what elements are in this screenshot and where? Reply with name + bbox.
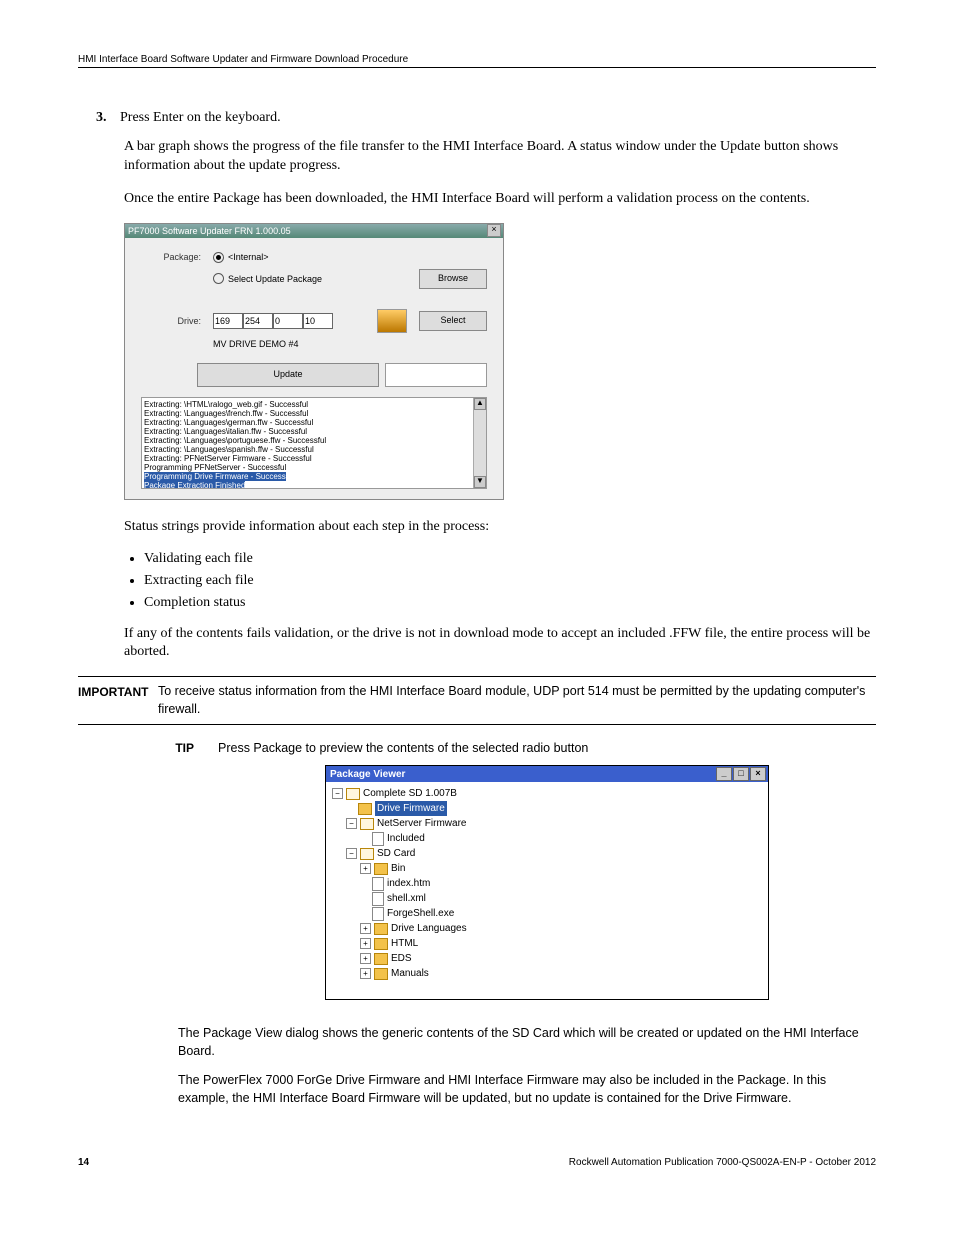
folder-icon: [374, 968, 388, 980]
ip-octet-1[interactable]: [213, 313, 243, 329]
folder-icon: [346, 788, 360, 800]
folder-icon: [374, 938, 388, 950]
tree-node[interactable]: Included: [387, 831, 425, 846]
expand-icon[interactable]: +: [360, 863, 371, 874]
radio-internal[interactable]: [213, 252, 224, 263]
file-icon: [372, 907, 384, 921]
tree-node[interactable]: Complete SD 1.007B: [363, 786, 457, 801]
drive-label: Drive:: [141, 316, 201, 326]
package-viewer-window: Package Viewer _ □ × − Complete SD 1.007B…: [325, 765, 769, 1000]
tree-node[interactable]: ForgeShell.exe: [387, 906, 454, 921]
package-label: Package:: [141, 252, 201, 262]
tree-node[interactable]: NetServer Firmware: [377, 816, 466, 831]
file-icon: [372, 892, 384, 906]
update-button[interactable]: Update: [197, 363, 379, 387]
step-number: 3.: [96, 110, 110, 126]
tree-node[interactable]: Manuals: [391, 966, 429, 981]
tree-node[interactable]: shell.xml: [387, 891, 426, 906]
folder-icon: [358, 803, 372, 815]
important-callout: IMPORTANT To receive status information …: [78, 676, 876, 725]
tree-node[interactable]: EDS: [391, 951, 412, 966]
log-line-highlight: Package Extraction Finished: [144, 481, 245, 489]
folder-icon: [360, 848, 374, 860]
maximize-icon[interactable]: □: [733, 767, 749, 781]
tree-node-selected[interactable]: Drive Firmware: [375, 801, 447, 816]
bullet-item: Validating each file: [144, 551, 876, 567]
radio-select-package[interactable]: [213, 273, 224, 284]
paragraph: If any of the contents fails validation,…: [124, 625, 876, 663]
folder-icon: [374, 953, 388, 965]
page-number: 14: [78, 1157, 89, 1168]
log-line: Programming PFNetServer - Successful: [144, 463, 472, 472]
scroll-down-icon[interactable]: ▼: [474, 476, 486, 488]
tree-node[interactable]: index.htm: [387, 876, 430, 891]
log-line: Extracting: \Languages\italian.ffw - Suc…: [144, 427, 472, 436]
scroll-up-icon[interactable]: ▲: [474, 398, 486, 410]
important-text: To receive status information from the H…: [158, 683, 876, 718]
progress-bar: [385, 363, 487, 387]
window-titlebar: Package Viewer _ □ ×: [326, 766, 768, 782]
log-line: Extracting: \Languages\french.ffw - Succ…: [144, 409, 472, 418]
window-title: PF7000 Software Updater FRN 1.000.05: [128, 226, 291, 236]
radio-internal-label: <Internal>: [228, 252, 269, 262]
drive-icon: [377, 309, 407, 333]
log-line: Extracting: \Languages\spanish.ffw - Suc…: [144, 445, 472, 454]
expand-icon[interactable]: +: [360, 968, 371, 979]
step-text: Press Enter on the keyboard.: [120, 110, 281, 126]
expand-icon[interactable]: +: [360, 938, 371, 949]
scrollbar[interactable]: ▲ ▼: [473, 398, 486, 488]
log-line-highlight: Programming Drive Firmware - Success: [144, 472, 286, 481]
running-header: HMI Interface Board Software Updater and…: [78, 54, 876, 68]
folder-icon: [374, 863, 388, 875]
ip-octet-2[interactable]: [243, 313, 273, 329]
log-line: Extracting: PFNetServer Firmware - Succe…: [144, 454, 472, 463]
important-label: IMPORTANT: [78, 683, 158, 718]
software-updater-window: PF7000 Software Updater FRN 1.000.05 × P…: [124, 223, 504, 500]
paragraph: The PowerFlex 7000 ForGe Drive Firmware …: [178, 1071, 876, 1107]
file-icon: [372, 832, 384, 846]
window-title: Package Viewer: [330, 769, 405, 780]
log-line: Extracting: \Languages\german.ffw - Succ…: [144, 418, 472, 427]
paragraph: Once the entire Package has been downloa…: [124, 190, 876, 209]
drive-name: MV DRIVE DEMO #4: [213, 339, 299, 349]
window-titlebar: PF7000 Software Updater FRN 1.000.05 ×: [125, 224, 503, 238]
bullet-item: Extracting each file: [144, 573, 876, 589]
log-line: Extracting: \Languages\portuguese.ffw - …: [144, 436, 472, 445]
tree-node[interactable]: Drive Languages: [391, 921, 467, 936]
tree-node[interactable]: SD Card: [377, 846, 415, 861]
paragraph: Status strings provide information about…: [124, 518, 876, 537]
ip-octet-3[interactable]: [273, 313, 303, 329]
browse-button[interactable]: Browse: [419, 269, 487, 289]
expand-icon[interactable]: +: [360, 953, 371, 964]
bullet-item: Completion status: [144, 595, 876, 611]
select-button[interactable]: Select: [419, 311, 487, 331]
publication-info: Rockwell Automation Publication 7000-QS0…: [569, 1157, 876, 1168]
collapse-icon[interactable]: −: [346, 818, 357, 829]
ip-octet-4[interactable]: [303, 313, 333, 329]
tree-node[interactable]: HTML: [391, 936, 418, 951]
tip-label: TIP: [114, 741, 218, 1014]
package-tree[interactable]: − Complete SD 1.007B Drive Firmware − NetS…: [326, 782, 768, 999]
log-line: Extracting: \HTML\ralogo_web.gif - Succe…: [144, 400, 472, 409]
paragraph: A bar graph shows the progress of the fi…: [124, 138, 876, 176]
folder-icon: [360, 818, 374, 830]
minimize-icon[interactable]: _: [716, 767, 732, 781]
folder-icon: [374, 923, 388, 935]
close-icon[interactable]: ×: [487, 224, 501, 237]
collapse-icon[interactable]: −: [346, 848, 357, 859]
tip-text: Press Package to preview the contents of…: [218, 741, 876, 755]
tip-callout: TIP Press Package to preview the content…: [78, 741, 876, 1014]
file-icon: [372, 877, 384, 891]
status-log: Extracting: \HTML\ralogo_web.gif - Succe…: [141, 397, 487, 489]
close-icon[interactable]: ×: [750, 767, 766, 781]
radio-select-label: Select Update Package: [228, 274, 322, 284]
tree-node[interactable]: Bin: [391, 861, 405, 876]
expand-icon[interactable]: +: [360, 923, 371, 934]
collapse-icon[interactable]: −: [332, 788, 343, 799]
paragraph: The Package View dialog shows the generi…: [178, 1024, 876, 1060]
page-footer: 14 Rockwell Automation Publication 7000-…: [78, 1157, 876, 1168]
